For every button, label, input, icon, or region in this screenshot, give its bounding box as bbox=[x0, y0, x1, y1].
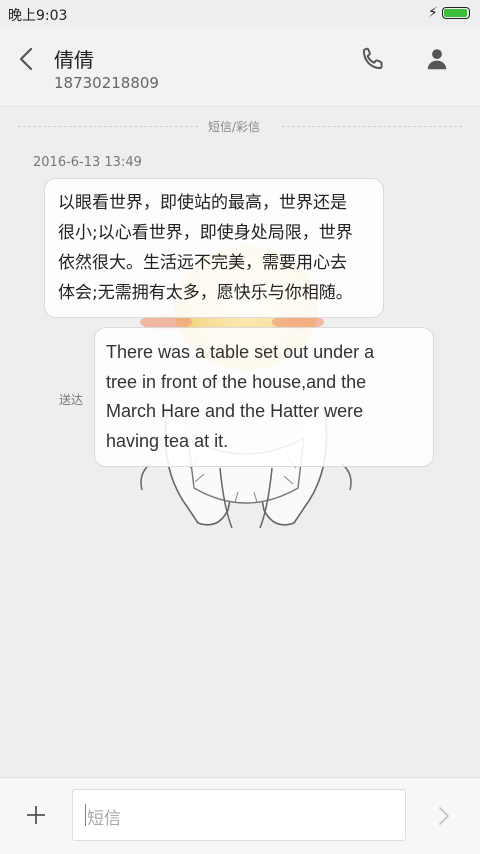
message-line: 体会;无需拥有太多，愿快乐与你相随。 bbox=[58, 283, 353, 303]
status-time: 晚上9:03 bbox=[8, 8, 68, 24]
message-line: tree in front of the house,and the bbox=[106, 371, 367, 392]
divider-line bbox=[18, 126, 198, 127]
message-timestamp: 2016-6-13 13:49 bbox=[33, 155, 142, 170]
battery-fill bbox=[444, 9, 467, 17]
back-arrow-icon[interactable] bbox=[14, 44, 40, 74]
delivery-status: 送达 bbox=[59, 393, 84, 407]
person-icon[interactable] bbox=[424, 46, 450, 72]
message-line: having tea at it. bbox=[106, 430, 229, 451]
send-arrow-icon[interactable] bbox=[432, 803, 456, 829]
status-bar: 晚上9:03 ⚡ bbox=[0, 0, 480, 28]
contact-name: 倩倩 bbox=[54, 48, 94, 72]
message-input[interactable]: 短信 bbox=[72, 789, 406, 841]
charging-icon: ⚡ bbox=[428, 5, 438, 21]
message-line: 以眼看世界，即使站的最高，世界还是 bbox=[58, 193, 347, 213]
message-line: March Hare and the Hatter were bbox=[106, 401, 364, 421]
message-line: 很小;以心看世界，即使身处局限，世界 bbox=[58, 223, 353, 243]
contact-number: 18730218809 bbox=[54, 74, 159, 92]
divider-line bbox=[282, 126, 462, 127]
message-line: There was a table set out under a bbox=[106, 342, 375, 362]
phone-icon[interactable] bbox=[360, 46, 386, 72]
text-caret bbox=[85, 804, 86, 826]
conversation-header: 倩倩 18730218809 bbox=[0, 28, 480, 107]
message-line: 依然很大。生活远不完美，需要用心去 bbox=[58, 253, 347, 273]
message-input-placeholder: 短信 bbox=[87, 809, 121, 829]
message-type-divider: 短信/彩信 bbox=[18, 116, 462, 136]
incoming-message-bubble[interactable]: 以眼看世界，即使站的最高，世界还是 很小;以心看世界，即使身处局限，世界 依然很… bbox=[44, 178, 384, 318]
composer-bar: 短信 bbox=[0, 777, 480, 854]
battery-icon bbox=[442, 7, 470, 19]
plus-icon[interactable] bbox=[24, 803, 48, 827]
divider-label: 短信/彩信 bbox=[208, 120, 261, 134]
outgoing-message-bubble[interactable]: There was a table set out under a tree i… bbox=[94, 327, 434, 467]
